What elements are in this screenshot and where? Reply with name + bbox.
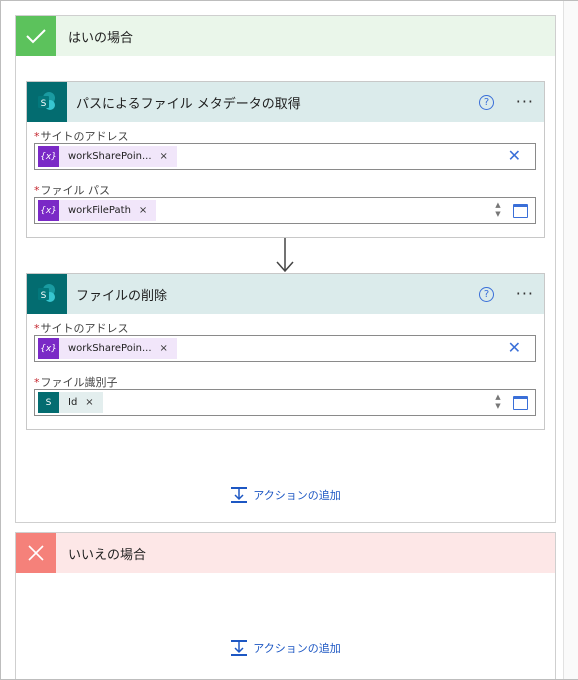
dynamic-token[interactable]: {x} workFilePath ×	[38, 200, 157, 221]
token-text: Id	[68, 397, 78, 408]
variable-icon: {x}	[38, 200, 59, 221]
field-label-file-identifier: *ファイル識別子	[34, 376, 118, 389]
sharepoint-icon: S	[27, 274, 67, 314]
token-text: workSharePoin...	[68, 343, 152, 354]
add-action-label: アクションの追加	[253, 642, 341, 655]
scrollbar[interactable]	[563, 1, 578, 679]
clear-icon[interactable]: ✕	[508, 339, 521, 357]
token-remove-icon[interactable]: ×	[160, 343, 168, 354]
add-action-icon	[231, 487, 248, 503]
more-options-icon[interactable]: ···	[516, 92, 534, 111]
help-icon[interactable]: ?	[479, 95, 494, 110]
yes-branch-title: はいの場合	[68, 30, 134, 46]
yes-branch-header[interactable]: はいの場合	[16, 16, 555, 56]
folder-icon[interactable]	[513, 204, 528, 218]
stepper-icon[interactable]: ▲ ▼	[493, 393, 503, 412]
file-identifier-input[interactable]: S Id × ▲ ▼	[34, 389, 536, 416]
arrow-down-icon	[276, 238, 294, 273]
sharepoint-icon: S	[27, 82, 67, 122]
add-action-icon	[231, 640, 248, 656]
variable-icon: {x}	[38, 146, 59, 167]
clear-icon[interactable]: ✕	[508, 147, 521, 165]
more-options-icon[interactable]: ···	[516, 284, 534, 303]
dynamic-token[interactable]: S Id ×	[38, 392, 103, 413]
svg-text:S: S	[41, 99, 47, 109]
file-path-input[interactable]: {x} workFilePath × ▲ ▼	[34, 197, 536, 224]
flow-canvas: はいの場合 S パスによるファイル メタデータの取得 ? ··· *サイトのアド…	[0, 0, 578, 680]
variable-icon: {x}	[38, 338, 59, 359]
card-title: パスによるファイル メタデータの取得	[76, 96, 301, 112]
stepper-icon[interactable]: ▲ ▼	[493, 201, 503, 220]
action-card-delete-file: S ファイルの削除 ? ··· *サイトのアドレス {x} workShareP…	[26, 273, 545, 430]
token-remove-icon[interactable]: ×	[139, 205, 147, 216]
action-card-get-metadata: S パスによるファイル メタデータの取得 ? ··· *サイトのアドレス {x}…	[26, 81, 545, 238]
card-header[interactable]: S ファイルの削除 ? ···	[27, 274, 544, 314]
card-header[interactable]: S パスによるファイル メタデータの取得 ? ···	[27, 82, 544, 122]
add-action-button[interactable]: アクションの追加	[16, 639, 555, 657]
token-remove-icon[interactable]: ×	[85, 397, 93, 408]
no-branch: いいえの場合 アクションの追加	[15, 532, 556, 679]
check-icon	[16, 16, 56, 56]
add-action-button[interactable]: アクションの追加	[16, 486, 555, 504]
site-address-input[interactable]: {x} workSharePoin... × ✕	[34, 143, 536, 170]
folder-icon[interactable]	[513, 396, 528, 410]
no-branch-header[interactable]: いいえの場合	[16, 533, 555, 573]
help-icon[interactable]: ?	[479, 287, 494, 302]
add-action-label: アクションの追加	[253, 489, 341, 502]
no-branch-title: いいえの場合	[68, 547, 147, 563]
token-text: workFilePath	[68, 205, 131, 216]
card-title: ファイルの削除	[76, 288, 168, 304]
field-label-site-address: *サイトのアドレス	[34, 322, 129, 335]
dynamic-token[interactable]: {x} workSharePoin... ×	[38, 338, 177, 359]
svg-text:S: S	[41, 291, 47, 301]
sharepoint-icon: S	[38, 392, 59, 413]
field-label-site-address: *サイトのアドレス	[34, 130, 129, 143]
token-remove-icon[interactable]: ×	[160, 151, 168, 162]
yes-branch: はいの場合 S パスによるファイル メタデータの取得 ? ··· *サイトのアド…	[15, 15, 556, 523]
close-icon	[16, 533, 56, 573]
site-address-input[interactable]: {x} workSharePoin... × ✕	[34, 335, 536, 362]
token-text: workSharePoin...	[68, 151, 152, 162]
field-label-file-path: *ファイル パス	[34, 184, 110, 197]
dynamic-token[interactable]: {x} workSharePoin... ×	[38, 146, 177, 167]
